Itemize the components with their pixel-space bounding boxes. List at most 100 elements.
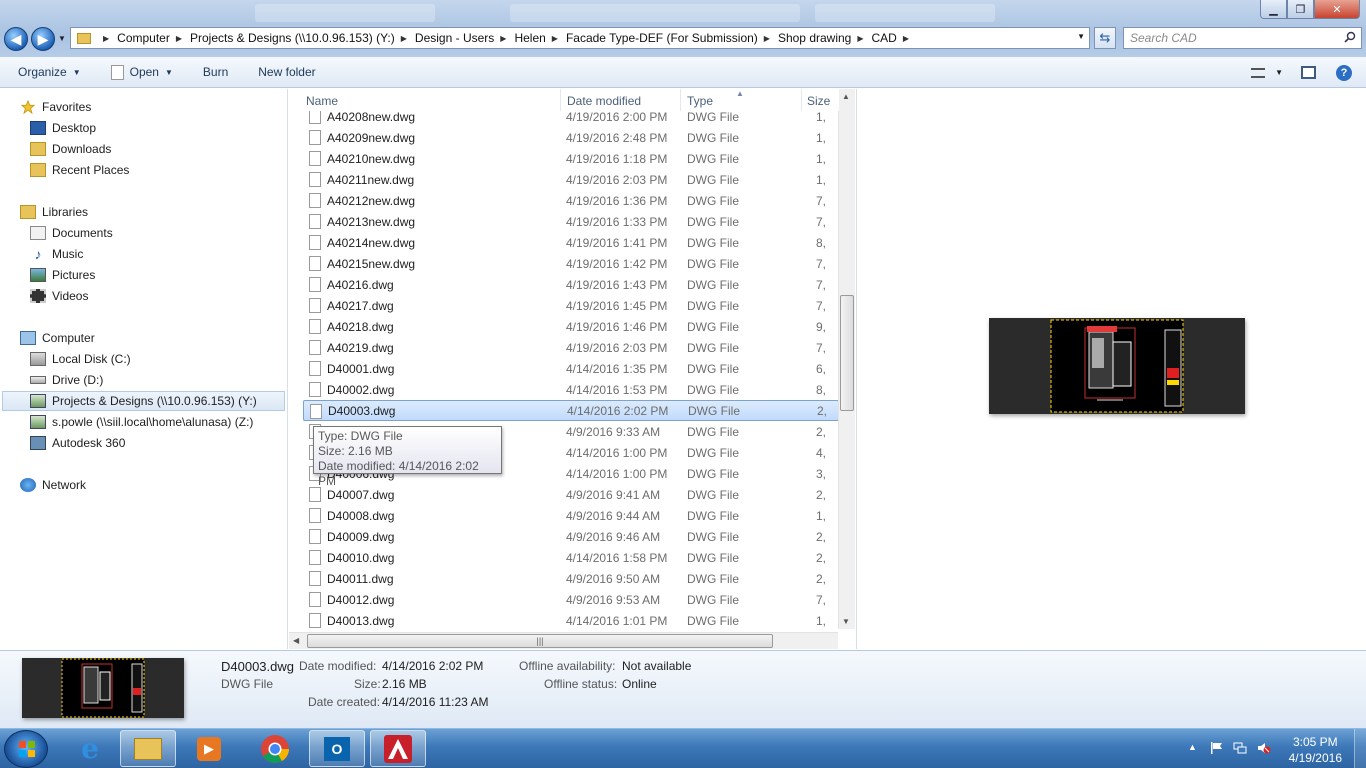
nav-home-drive[interactable]: s.powle (\\siil.local\home\alunasa) (Z:): [30, 412, 253, 432]
chevron-down-icon[interactable]: ▼: [1275, 68, 1283, 77]
breadcrumb-separator-icon[interactable]: ▶: [176, 34, 182, 43]
horizontal-scrollbar[interactable]: ◀ |||: [289, 632, 838, 649]
breadcrumb-item[interactable]: ▶ Facade Type-DEF (For Submission): [546, 31, 758, 45]
file-row[interactable]: A40210new.dwg 4/19/2016 1:18 PM DWG File 1,: [303, 148, 839, 169]
breadcrumb-item[interactable]: ▶ CAD: [851, 31, 897, 45]
nav-downloads[interactable]: Downloads: [30, 139, 111, 159]
nav-drive-d[interactable]: Drive (D:): [30, 370, 103, 390]
nav-music[interactable]: ♪ Music: [30, 244, 84, 264]
breadcrumb-separator-icon[interactable]: ▶: [103, 34, 109, 43]
action-center-flag-icon[interactable]: [1210, 742, 1224, 754]
nav-desktop[interactable]: Desktop: [30, 118, 96, 138]
file-row[interactable]: A40213new.dwg 4/19/2016 1:33 PM DWG File 7,: [303, 211, 839, 232]
nav-label: Downloads: [52, 142, 112, 156]
views-icon[interactable]: [1251, 67, 1266, 78]
breadcrumb-item[interactable]: ▶ Helen: [494, 31, 546, 45]
network-tray-icon[interactable]: [1233, 742, 1247, 754]
file-row[interactable]: D40009.dwg 4/9/2016 9:46 AM DWG File 2,: [303, 526, 839, 547]
taskbar-windows-explorer[interactable]: [120, 730, 176, 767]
search-input[interactable]: Search CAD: [1123, 27, 1362, 49]
system-clock[interactable]: 3:05 PM 4/19/2016: [1289, 734, 1342, 766]
recent-pages-dropdown[interactable]: ▼: [58, 34, 66, 43]
nav-computer[interactable]: Computer: [20, 328, 95, 348]
file-row[interactable]: D40002.dwg 4/14/2016 1:53 PM DWG File 8,: [303, 379, 839, 400]
file-row[interactable]: D40010.dwg 4/14/2016 1:58 PM DWG File 2,: [303, 547, 839, 568]
file-row[interactable]: D40008.dwg 4/9/2016 9:44 AM DWG File 1,: [303, 505, 839, 526]
file-row[interactable]: D40011.dwg 4/9/2016 9:50 AM DWG File 2,: [303, 568, 839, 589]
file-row[interactable]: A40211new.dwg 4/19/2016 2:03 PM DWG File 1,: [303, 169, 839, 190]
back-button[interactable]: ◀: [4, 27, 28, 51]
breadcrumb-separator-icon[interactable]: ▶: [500, 34, 506, 43]
show-desktop-button[interactable]: [1354, 729, 1366, 768]
nav-recent-places[interactable]: Recent Places: [30, 160, 129, 180]
column-name[interactable]: Name: [306, 94, 338, 108]
file-row[interactable]: A40216.dwg 4/19/2016 1:43 PM DWG File 7,: [303, 274, 839, 295]
nav-autodesk-360[interactable]: Autodesk 360: [30, 433, 125, 453]
file-row[interactable]: A40214new.dwg 4/19/2016 1:41 PM DWG File 8,: [303, 232, 839, 253]
file-row[interactable]: A40217.dwg 4/19/2016 1:45 PM DWG File 7,: [303, 295, 839, 316]
file-row[interactable]: D40012.dwg 4/9/2016 9:53 AM DWG File 7,: [303, 589, 839, 610]
address-dropdown-icon[interactable]: ▼: [1077, 32, 1085, 41]
file-row[interactable]: D40013.dwg 4/14/2016 1:01 PM DWG File 1,: [303, 610, 839, 631]
breadcrumb-item[interactable]: ▶ Design - Users: [395, 31, 495, 45]
nav-network[interactable]: Network: [20, 475, 86, 495]
address-bar[interactable]: ▶ Computer ▶ Projects & Designs (\\10.0.96.…: [70, 27, 1090, 49]
breadcrumb-separator-icon[interactable]: ▶: [764, 34, 770, 43]
media-player-icon: ▶: [197, 736, 221, 761]
file-row[interactable]: D40003.dwg 4/14/2016 2:02 PM DWG File 2,: [303, 400, 839, 421]
file-date-modified: 4/14/2016 1:58 PM: [566, 550, 668, 565]
breadcrumb-separator-icon[interactable]: ▶: [857, 34, 863, 43]
search-placeholder: Search CAD: [1130, 31, 1197, 45]
scroll-thumb[interactable]: [840, 295, 854, 411]
chevron-down-icon: ▼: [164, 67, 173, 77]
column-date-modified[interactable]: Date modified: [567, 94, 641, 108]
breadcrumb-item[interactable]: ▶ Computer: [97, 31, 170, 45]
breadcrumb-separator-icon[interactable]: ▶: [897, 34, 917, 43]
file-row[interactable]: A40209new.dwg 4/19/2016 2:48 PM DWG File 1,: [303, 127, 839, 148]
help-icon[interactable]: ?: [1336, 64, 1352, 81]
maximize-button[interactable]: ❐: [1287, 0, 1314, 19]
nav-projects-designs[interactable]: Projects & Designs (\\10.0.96.153) (Y:): [2, 391, 285, 411]
file-row[interactable]: A40219.dwg 4/19/2016 2:03 PM DWG File 7,: [303, 337, 839, 358]
file-row[interactable]: A40212new.dwg 4/19/2016 1:36 PM DWG File 7,: [303, 190, 839, 211]
nav-documents[interactable]: Documents: [30, 223, 113, 243]
file-row[interactable]: D40001.dwg 4/14/2016 1:35 PM DWG File 6,: [303, 358, 839, 379]
burn-button[interactable]: Burn: [203, 65, 228, 79]
new-folder-button[interactable]: New folder: [258, 65, 315, 79]
scroll-up-icon[interactable]: ▲: [842, 92, 850, 101]
volume-muted-icon[interactable]: [1257, 742, 1271, 754]
taskbar-autocad[interactable]: [370, 730, 426, 767]
show-hidden-icons[interactable]: ▲: [1188, 742, 1197, 752]
file-row[interactable]: A40215new.dwg 4/19/2016 1:42 PM DWG File 7,: [303, 253, 839, 274]
vertical-scrollbar[interactable]: ▲ ▼: [838, 89, 855, 629]
nav-favorites[interactable]: Favorites: [20, 97, 91, 117]
taskbar-media-player[interactable]: ▶: [181, 730, 237, 767]
file-row[interactable]: A40218.dwg 4/19/2016 1:46 PM DWG File 9,: [303, 316, 839, 337]
breadcrumb-separator-icon[interactable]: ▶: [552, 34, 558, 43]
nav-local-disk[interactable]: Local Disk (C:): [30, 349, 131, 369]
open-button[interactable]: Open ▼: [110, 64, 173, 80]
taskbar-chrome[interactable]: [247, 730, 303, 767]
minimize-button[interactable]: ▁: [1260, 0, 1287, 19]
refresh-button[interactable]: ⇆: [1094, 27, 1116, 49]
file-date-modified: 4/14/2016 1:01 PM: [566, 613, 668, 628]
taskbar-outlook[interactable]: O: [309, 730, 365, 767]
scroll-down-icon[interactable]: ▼: [842, 617, 850, 626]
organize-button[interactable]: Organize ▼: [18, 65, 81, 79]
breadcrumb-separator-icon[interactable]: ▶: [401, 34, 407, 43]
column-type[interactable]: Type: [687, 94, 713, 108]
breadcrumb-item[interactable]: ▶ Projects & Designs (\\10.0.96.153) (Y:): [170, 31, 395, 45]
forward-button[interactable]: ▶: [31, 27, 55, 51]
preview-pane-toggle-icon[interactable]: [1301, 66, 1316, 79]
scroll-thumb[interactable]: |||: [307, 634, 773, 648]
nav-pictures[interactable]: Pictures: [30, 265, 95, 285]
start-button[interactable]: [4, 730, 48, 768]
nav-libraries[interactable]: Libraries: [20, 202, 88, 222]
close-button[interactable]: ✕: [1314, 0, 1360, 19]
taskbar-internet-explorer[interactable]: e: [62, 730, 118, 767]
search-icon[interactable]: [1344, 31, 1356, 43]
scroll-left-icon[interactable]: ◀: [293, 636, 299, 645]
nav-videos[interactable]: Videos: [30, 286, 88, 306]
breadcrumb-item[interactable]: ▶ Shop drawing: [758, 31, 852, 45]
column-size[interactable]: Size: [807, 94, 830, 108]
